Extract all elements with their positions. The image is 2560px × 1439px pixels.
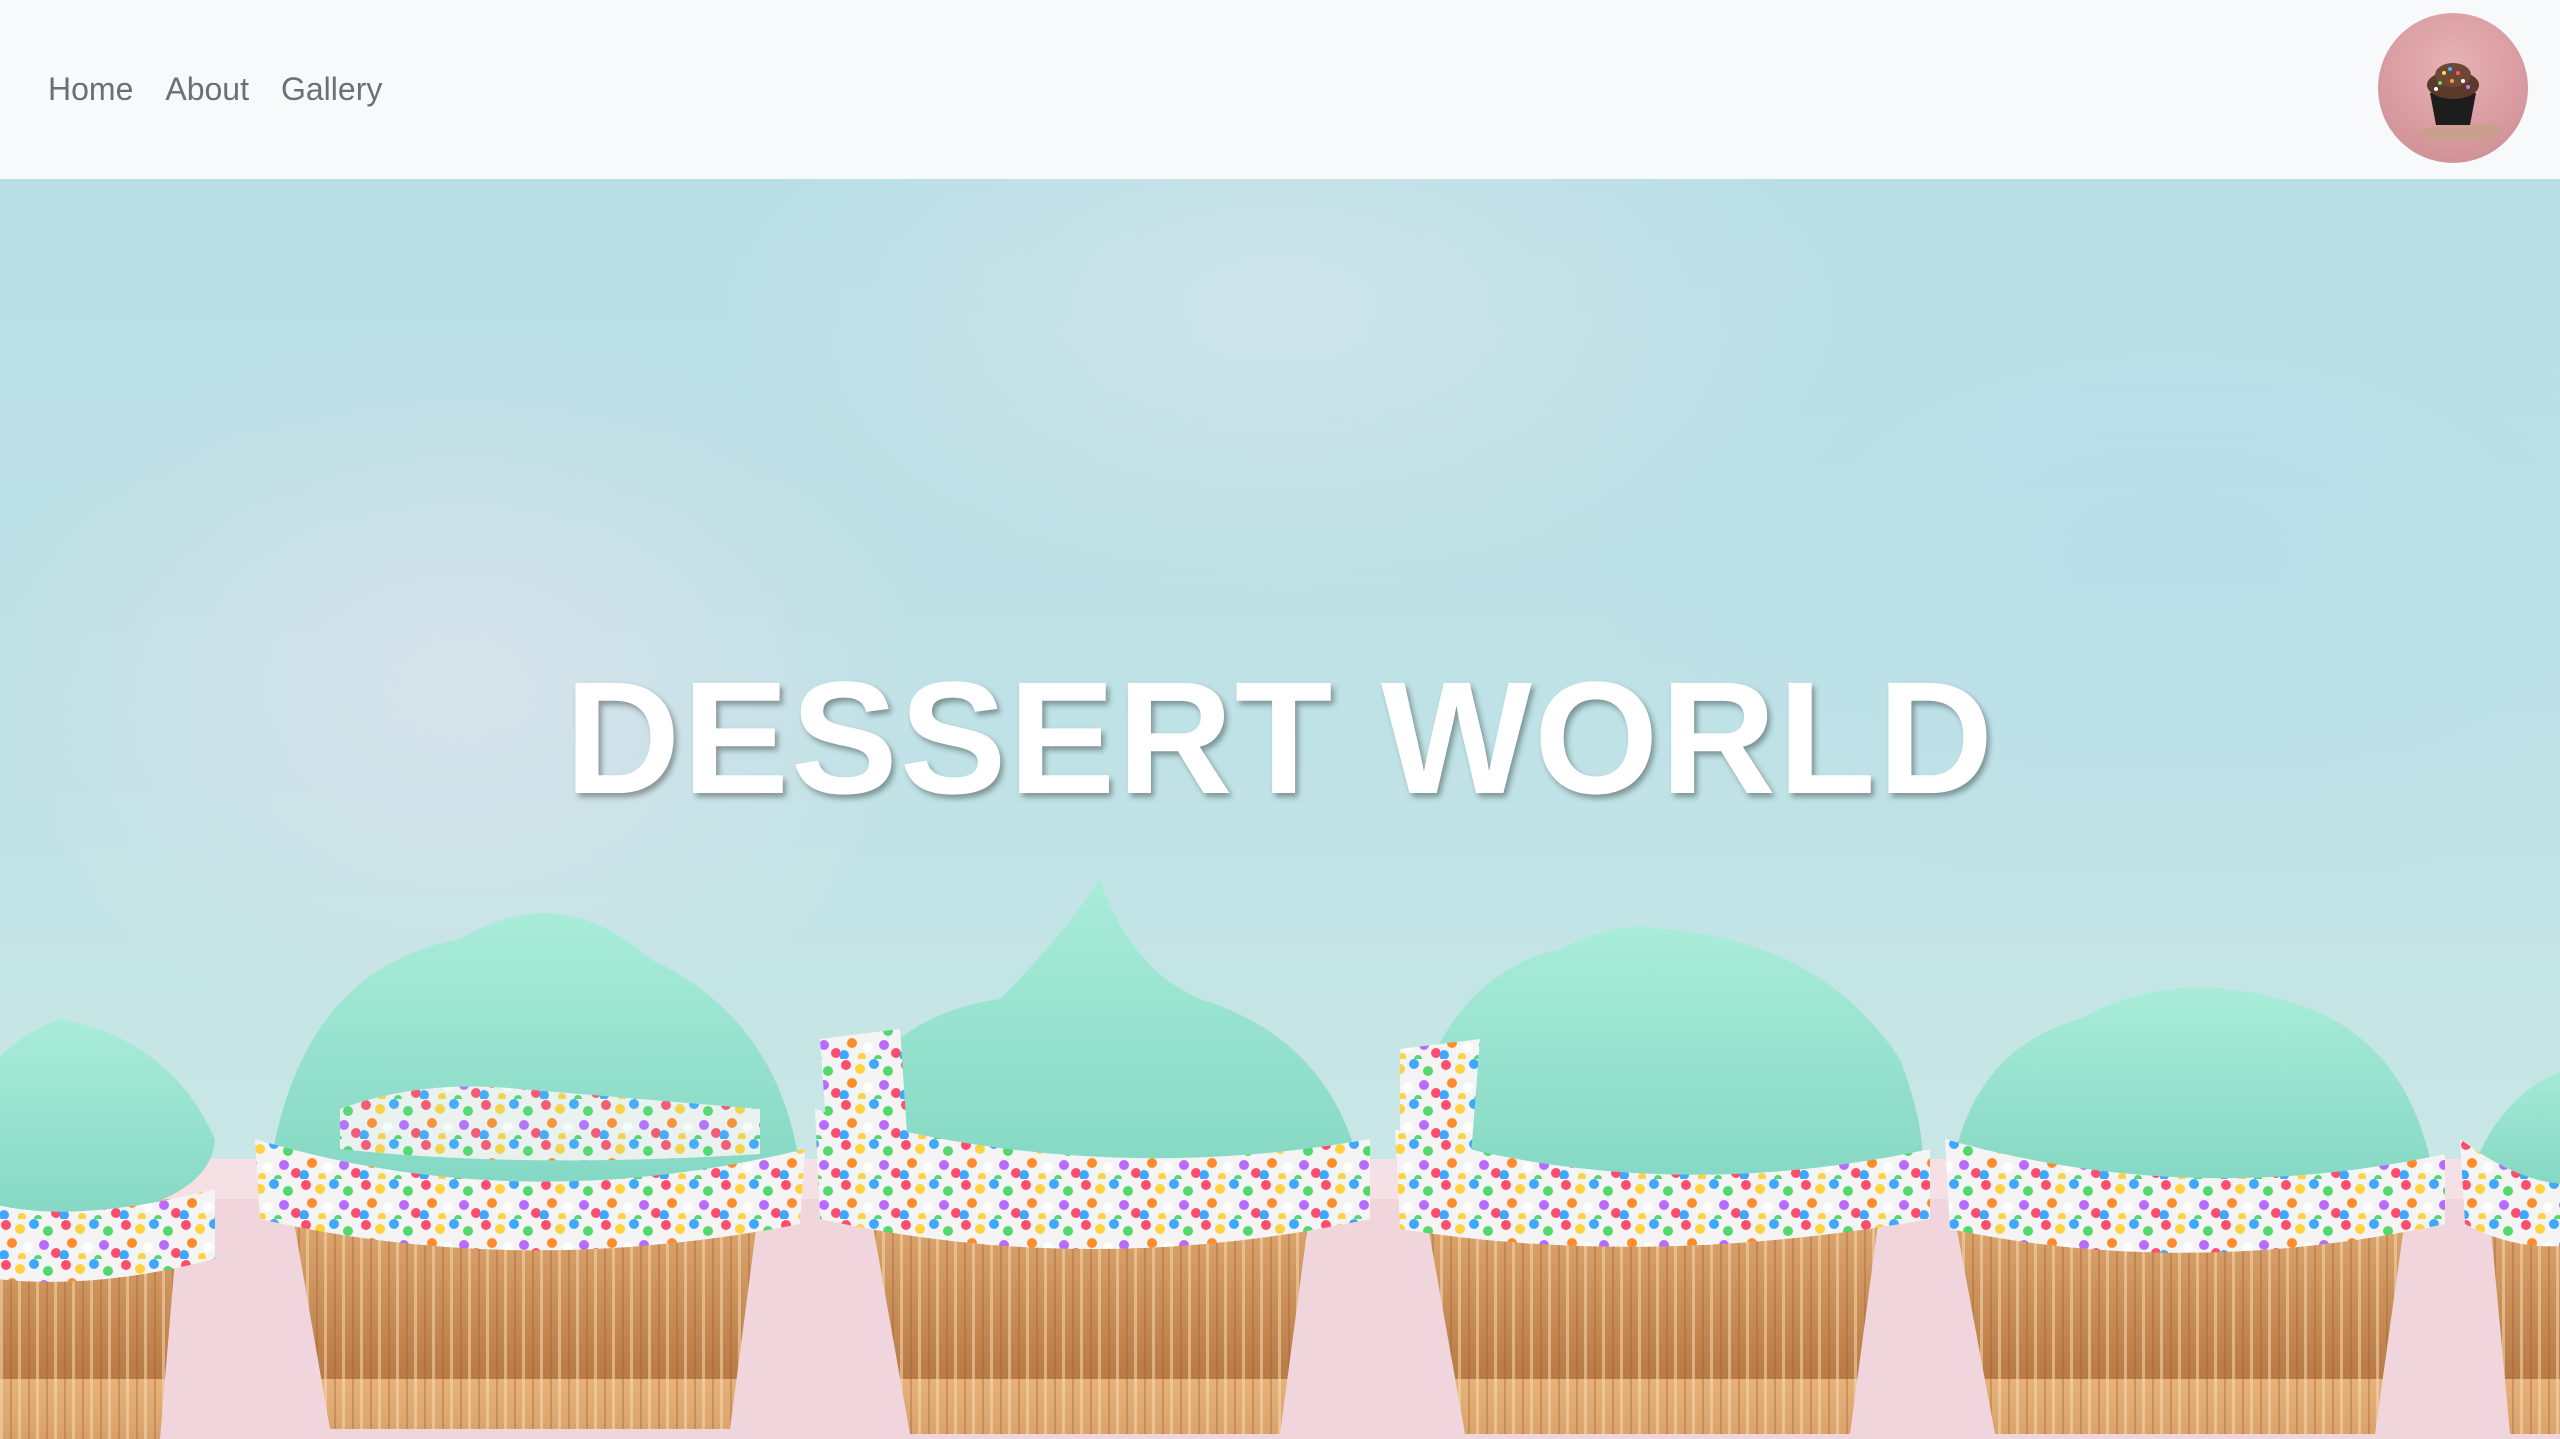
nav-link-about[interactable]: About (165, 71, 249, 108)
cupcake (815, 879, 1370, 1434)
cupcake (1945, 987, 2445, 1434)
profile-avatar[interactable] (2378, 13, 2528, 163)
cupcake-avatar-icon (2418, 63, 2500, 141)
hero-title: DESSERT WORLD (564, 648, 1996, 828)
nav-link-home[interactable]: Home (48, 71, 133, 108)
nav-links: Home About Gallery (48, 0, 382, 179)
nav-link-gallery[interactable]: Gallery (281, 71, 382, 108)
cupcake (1395, 926, 1930, 1434)
hero-banner: DESSERT WORLD (0, 179, 2560, 1439)
cupcake (255, 913, 805, 1429)
navbar: Home About Gallery (0, 0, 2560, 179)
